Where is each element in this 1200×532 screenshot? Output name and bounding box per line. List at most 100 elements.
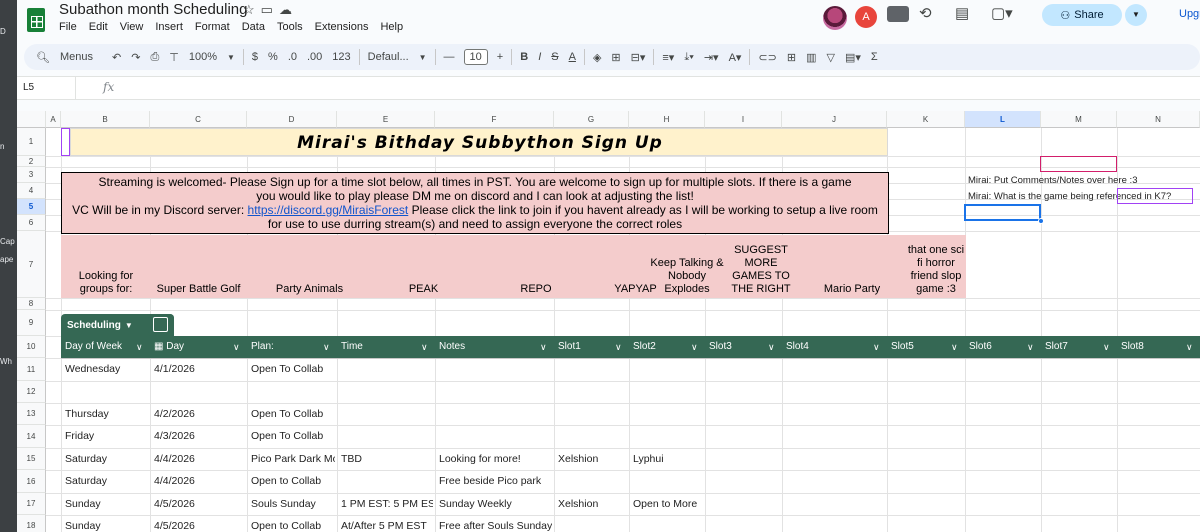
table-cell-day[interactable]: 4/2/2026	[154, 403, 245, 425]
star-icon[interactable]: ☆	[243, 2, 261, 17]
discord-link[interactable]: https://discord.gg/MiraisForest	[248, 203, 409, 217]
table-cell-slot2[interactable]	[633, 515, 703, 532]
table-cell-dow[interactable]: Saturday	[65, 470, 148, 493]
row-header-5[interactable]: 5	[17, 199, 46, 215]
table-cell-slot1[interactable]	[558, 381, 627, 403]
menu-extensions[interactable]: Extensions	[315, 21, 369, 33]
borders-icon[interactable]: ⊞	[611, 51, 620, 64]
table-cell-time[interactable]: TBD	[341, 448, 433, 470]
table-cell-dow[interactable]: Sunday	[65, 493, 148, 515]
game-label[interactable]: Keep Talking & Nobody Explodes	[649, 257, 725, 296]
move-folder-icon[interactable]: ▭	[261, 2, 279, 17]
row-header-9[interactable]: 9	[17, 310, 46, 336]
info-box[interactable]: Streaming is welcomed- Please Sign up fo…	[61, 172, 889, 234]
column-header-n[interactable]: N	[1117, 111, 1200, 128]
highlighted-cell-n4[interactable]	[1117, 188, 1193, 204]
game-label[interactable]: Party Animals	[246, 283, 373, 296]
table-chevron-down-icon[interactable]: ▼	[125, 321, 133, 330]
column-filter-chevron-down-icon[interactable]: ∨	[323, 336, 330, 358]
collaborator-avatar[interactable]	[823, 6, 847, 30]
formula-input[interactable]	[127, 79, 1187, 97]
vertical-align-icon[interactable]: ⤓▾	[684, 51, 693, 64]
text-color-button[interactable]: A	[569, 51, 576, 63]
search-menus-label[interactable]: Menus	[60, 51, 93, 63]
table-header-cell[interactable]: Notes	[435, 336, 554, 358]
column-filter-chevron-down-icon[interactable]: ∨	[615, 336, 622, 358]
name-box[interactable]: L5	[23, 82, 34, 93]
comment-note-1[interactable]: Mirai: Put Comments/Notes over here :3	[968, 175, 1137, 186]
share-button[interactable]: ⚇ Share	[1042, 4, 1122, 26]
column-filter-chevron-down-icon[interactable]: ∨	[233, 336, 240, 358]
menu-tools[interactable]: Tools	[277, 21, 303, 33]
game-label[interactable]: SUGGEST MORE GAMES TO THE RIGHT	[725, 244, 797, 296]
table-cell-notes[interactable]: Free after Souls Sunday	[439, 515, 552, 532]
column-filter-chevron-down-icon[interactable]: ∨	[540, 336, 547, 358]
table-cell-slot2[interactable]	[633, 470, 703, 493]
row-header-8[interactable]: 8	[17, 298, 46, 310]
table-cell-time[interactable]	[341, 358, 433, 381]
game-label[interactable]: that one sci fi horror friend slop game …	[907, 244, 965, 296]
column-header-h[interactable]: H	[629, 111, 705, 128]
table-cell-notes[interactable]	[439, 381, 552, 403]
italic-button[interactable]: I	[538, 51, 541, 63]
table-cell-slot2[interactable]: Open to More	[633, 493, 703, 515]
table-cell-day[interactable]: 4/5/2026	[154, 493, 245, 515]
row-header-6[interactable]: 6	[17, 215, 46, 231]
table-cell-time[interactable]	[341, 403, 433, 425]
merge-cells-icon[interactable]: ⊟▾	[631, 51, 646, 64]
print-icon[interactable]: ⎙	[150, 51, 159, 64]
filter-icon[interactable]: ▽	[826, 51, 834, 64]
row-header-2[interactable]: 2	[17, 156, 46, 167]
table-cell-slot2[interactable]	[633, 381, 703, 403]
table-cell-time[interactable]	[341, 470, 433, 493]
text-rotation-icon[interactable]: A▾	[729, 51, 742, 64]
table-cell-dow[interactable]: Wednesday	[65, 358, 148, 381]
history-icon[interactable]: ⟲	[919, 4, 932, 22]
table-cell-dow[interactable]: Friday	[65, 425, 148, 448]
menu-view[interactable]: View	[120, 21, 144, 33]
column-header-k[interactable]: K	[887, 111, 965, 128]
title-banner[interactable]: Mirai's Bithday Subbython Sign Up	[70, 128, 888, 156]
sheets-logo-icon[interactable]	[27, 8, 45, 32]
fill-color-icon[interactable]: ◈	[593, 51, 601, 64]
row-header-14[interactable]: 14	[17, 425, 46, 448]
increase-decimal-button[interactable]: .00	[307, 51, 322, 63]
selected-cell-a1[interactable]	[61, 128, 70, 156]
font-chevron-down-icon[interactable]: ▼	[419, 53, 427, 62]
table-cell-notes[interactable]	[439, 358, 552, 381]
fill-handle[interactable]	[1038, 218, 1044, 224]
share-dropdown-icon[interactable]: ▼	[1125, 4, 1147, 26]
game-label[interactable]: PEAK	[373, 283, 474, 296]
column-filter-chevron-down-icon[interactable]: ∨	[136, 336, 143, 358]
table-cell-plan[interactable]: Open To Collab	[251, 403, 335, 425]
functions-icon[interactable]: Σ	[871, 51, 878, 63]
menu-file[interactable]: File	[59, 21, 77, 33]
row-header-10[interactable]: 10	[17, 336, 46, 358]
table-cell-slot2[interactable]	[633, 403, 703, 425]
filter-views-icon[interactable]: ▤▾	[845, 51, 861, 64]
table-cell-day[interactable]: 4/3/2026	[154, 425, 245, 448]
row-header-1[interactable]: 1	[17, 128, 46, 156]
menu-help[interactable]: Help	[380, 21, 403, 33]
table-cell-slot1[interactable]: Xelshion	[558, 448, 627, 470]
table-cell-slot1[interactable]	[558, 470, 627, 493]
row-header-3[interactable]: 3	[17, 167, 46, 183]
column-header-e[interactable]: E	[337, 111, 435, 128]
highlighted-cell-m2[interactable]	[1040, 156, 1117, 172]
column-header-i[interactable]: I	[705, 111, 782, 128]
collaborator-avatar-letter[interactable]: A	[855, 6, 877, 28]
sheet-grid[interactable]: ABCDEFGHIJKLMN 1 2 3 4 5 6 7 8 9 10 11 12 13 14 15 16 17…	[17, 111, 1200, 532]
collaborators-icon[interactable]	[887, 6, 909, 22]
column-filter-chevron-down-icon[interactable]: ∨	[768, 336, 775, 358]
column-header-j[interactable]: J	[782, 111, 887, 128]
row-header-13[interactable]: 13	[17, 403, 46, 425]
column-filter-chevron-down-icon[interactable]: ∨	[873, 336, 880, 358]
decrease-decimal-button[interactable]: .0	[288, 51, 297, 63]
column-header-a[interactable]: A	[46, 111, 61, 128]
text-wrap-icon[interactable]: ⇥▾	[704, 51, 719, 64]
zoom-chevron-down-icon[interactable]: ▼	[227, 53, 235, 62]
search-menus-icon[interactable]: 🔍︎	[36, 51, 50, 64]
font-select[interactable]: Defaul...	[368, 51, 409, 63]
zoom-select[interactable]: 100%	[189, 51, 217, 63]
table-cell-day[interactable]	[154, 381, 245, 403]
